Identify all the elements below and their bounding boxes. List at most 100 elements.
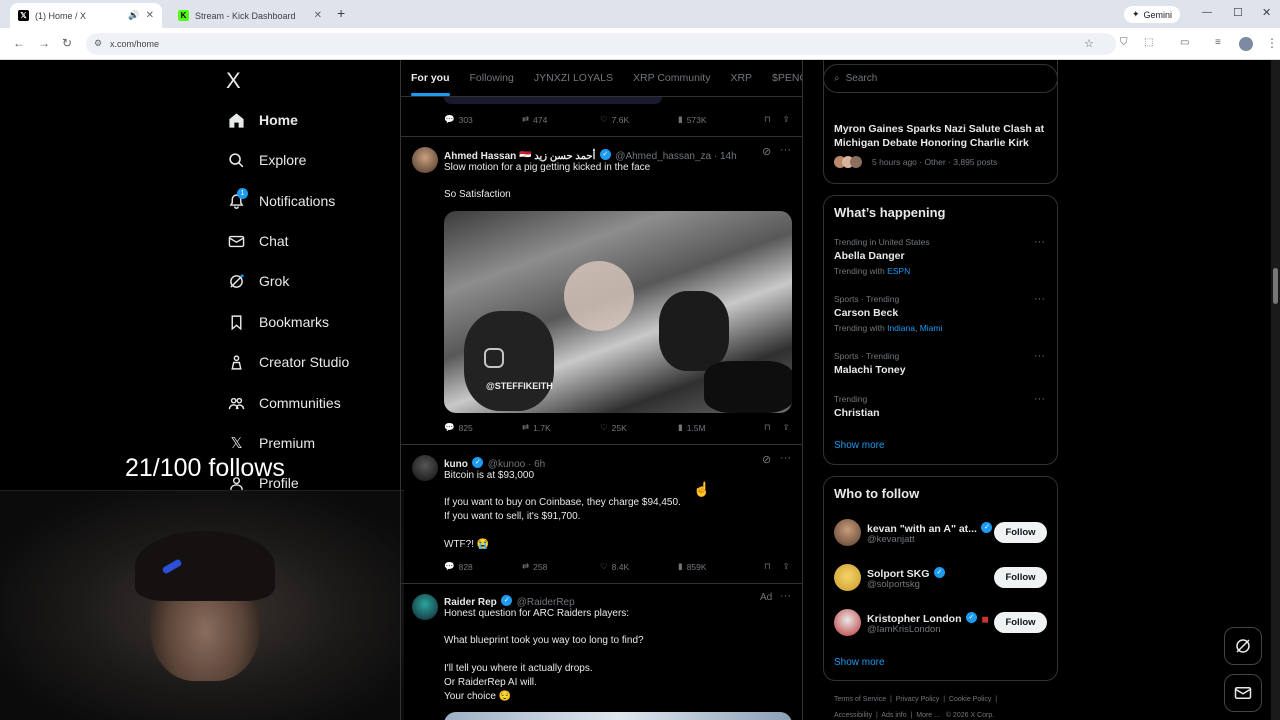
avatar[interactable] bbox=[834, 564, 861, 591]
footer-link[interactable]: Privacy Policy bbox=[896, 696, 940, 703]
avatar[interactable] bbox=[412, 147, 438, 173]
reply-button[interactable]: 💬 828 bbox=[444, 561, 522, 572]
share-icon[interactable]: ⇪ bbox=[783, 561, 790, 572]
repost-button[interactable]: ⇄ 1.7K bbox=[522, 422, 600, 433]
new-tab-button[interactable]: + bbox=[337, 5, 345, 21]
minimize-icon[interactable]: — bbox=[1202, 7, 1212, 18]
trend-with-link[interactable]: ESPN bbox=[887, 266, 910, 276]
grok-icon[interactable]: ⊘ bbox=[762, 145, 771, 158]
repost-count: 474 bbox=[533, 114, 548, 125]
footer-link[interactable]: Accessibility bbox=[834, 712, 872, 719]
more-icon[interactable]: ··· bbox=[780, 590, 791, 602]
footer-links: Terms of Service | Privacy Policy | Cook… bbox=[834, 696, 998, 703]
follow-button[interactable]: Follow bbox=[994, 612, 1047, 633]
tab-xrp[interactable]: XRP bbox=[730, 72, 752, 84]
tab-jynxzi-loyals[interactable]: JYNXZI LOYALS bbox=[534, 72, 613, 84]
more-icon[interactable]: ··· bbox=[1034, 393, 1045, 405]
like-button[interactable]: ♡ 8.4K bbox=[600, 561, 678, 572]
footer-link[interactable]: More ... bbox=[916, 712, 940, 719]
share-icon[interactable]: ⇪ bbox=[783, 114, 790, 125]
tweet[interactable]: Ahmed Hassan 🇪🇬 أحمد حسن زيد ✓ @Ahmed_ha… bbox=[401, 137, 802, 443]
speaker-icon[interactable]: 🔊 bbox=[128, 10, 139, 21]
nav-item-grok[interactable]: Grok bbox=[228, 266, 289, 296]
avatar[interactable] bbox=[834, 609, 861, 636]
reply-button[interactable]: 💬 303 bbox=[444, 114, 522, 125]
shield-icon[interactable]: ⛉ bbox=[1120, 37, 1128, 48]
show-more-link[interactable]: Show more bbox=[834, 440, 885, 451]
more-icon[interactable]: ··· bbox=[780, 144, 791, 156]
footer-link[interactable]: Cookie Policy bbox=[949, 696, 991, 703]
trend-name[interactable]: Christian bbox=[834, 407, 880, 419]
x-logo[interactable]: X bbox=[226, 68, 241, 94]
nav-item-notifications[interactable]: 1 Notifications bbox=[228, 186, 335, 216]
ad-media[interactable] bbox=[444, 712, 792, 720]
nav-item-home[interactable]: Home bbox=[228, 105, 298, 135]
like-button[interactable]: ♡ 7.6K bbox=[600, 114, 678, 125]
more-icon[interactable]: ··· bbox=[1034, 350, 1045, 362]
news-headline[interactable]: Myron Gaines Sparks Nazi Salute Clash at… bbox=[834, 122, 1046, 150]
trend-with-link[interactable]: Indiana, Miami bbox=[887, 323, 942, 333]
follow-button[interactable]: Follow bbox=[994, 522, 1047, 543]
tab-following[interactable]: Following bbox=[470, 72, 514, 84]
avatar[interactable] bbox=[412, 594, 438, 620]
extensions-icon[interactable]: ⬚ bbox=[1144, 37, 1153, 48]
grok-fab[interactable] bbox=[1224, 627, 1262, 665]
more-icon[interactable]: ··· bbox=[780, 452, 791, 464]
bookmark-icon[interactable]: ⊓ bbox=[764, 422, 771, 433]
back-icon[interactable]: ← bbox=[13, 36, 25, 50]
repost-button[interactable]: ⇄ 474 bbox=[522, 114, 600, 125]
close-tab-icon[interactable]: ✕ bbox=[314, 10, 322, 21]
tab-xrp-community[interactable]: XRP Community bbox=[633, 72, 710, 84]
bookmark-star-icon[interactable]: ☆ bbox=[1084, 37, 1094, 50]
close-window-icon[interactable]: ✕ bbox=[1262, 6, 1271, 19]
forward-icon[interactable]: → bbox=[38, 36, 50, 50]
views-button[interactable]: ▮ 573K bbox=[678, 114, 758, 125]
browser-tab-active[interactable]: 𝕏 (1) Home / X 🔊 ✕ bbox=[10, 3, 162, 28]
share-icon[interactable]: ⇪ bbox=[783, 422, 790, 433]
scrollbar[interactable] bbox=[1271, 60, 1280, 720]
nav-item-creator-studio[interactable]: Creator Studio bbox=[228, 347, 349, 377]
gemini-button[interactable]: ✦ Gemini bbox=[1124, 6, 1181, 23]
maximize-icon[interactable]: ☐ bbox=[1233, 6, 1243, 19]
like-count: 7.6K bbox=[611, 114, 630, 125]
show-more-link[interactable]: Show more bbox=[834, 657, 885, 668]
views-button[interactable]: ▮ 859K bbox=[678, 561, 758, 572]
bookmark-icon[interactable]: ⊓ bbox=[764, 114, 771, 125]
tab-peng[interactable]: $PENG bbox=[772, 72, 802, 84]
more-icon[interactable]: ··· bbox=[1034, 236, 1045, 248]
footer-link[interactable]: Terms of Service bbox=[834, 696, 886, 703]
media-icon[interactable]: ≡ bbox=[1215, 37, 1221, 48]
avatar[interactable] bbox=[834, 519, 861, 546]
scrollbar-thumb[interactable] bbox=[1273, 268, 1278, 304]
views-button[interactable]: ▮ 1.5M bbox=[678, 422, 758, 433]
avatar[interactable] bbox=[412, 455, 438, 481]
nav-item-chat[interactable]: Chat bbox=[228, 226, 289, 256]
repost-button[interactable]: ⇄ 258 bbox=[522, 561, 600, 572]
more-icon[interactable]: ··· bbox=[1034, 293, 1045, 305]
trend-name[interactable]: Malachi Toney bbox=[834, 364, 906, 376]
browser-tab[interactable]: K Stream - Kick Dashboard ✕ bbox=[170, 3, 330, 28]
trend-with-prefix: Trending with bbox=[834, 266, 885, 276]
tweet-media[interactable]: @STEFFIKEITH bbox=[444, 211, 792, 413]
close-tab-icon[interactable]: ✕ bbox=[146, 10, 154, 21]
grok-icon[interactable]: ⊘ bbox=[762, 453, 771, 466]
nav-item-bookmarks[interactable]: Bookmarks bbox=[228, 307, 329, 337]
site-info-icon[interactable]: ⚙ bbox=[94, 38, 102, 49]
nav-item-explore[interactable]: Explore bbox=[228, 145, 306, 175]
messages-fab[interactable] bbox=[1224, 674, 1262, 712]
menu-icon[interactable]: ⋮ bbox=[1266, 36, 1278, 50]
trend-name[interactable]: Abella Danger bbox=[834, 250, 905, 262]
footer-link[interactable]: Ads info bbox=[881, 712, 906, 719]
bookmark-icon[interactable]: ⊓ bbox=[764, 561, 771, 572]
follow-button[interactable]: Follow bbox=[994, 567, 1047, 588]
nav-label: Grok bbox=[259, 273, 290, 289]
address-bar[interactable]: ⚙ x.com/home ☆ bbox=[86, 33, 1116, 55]
reload-icon[interactable]: ↻ bbox=[62, 36, 72, 50]
trend-name[interactable]: Carson Beck bbox=[834, 307, 898, 319]
like-button[interactable]: ♡ 25K bbox=[600, 422, 678, 433]
sidepanel-icon[interactable]: ▭ bbox=[1180, 37, 1189, 48]
profile-avatar[interactable] bbox=[1239, 37, 1253, 51]
nav-item-communities[interactable]: Communities bbox=[228, 388, 341, 418]
tab-for-you[interactable]: For you bbox=[411, 72, 450, 96]
reply-button[interactable]: 💬 825 bbox=[444, 422, 522, 433]
